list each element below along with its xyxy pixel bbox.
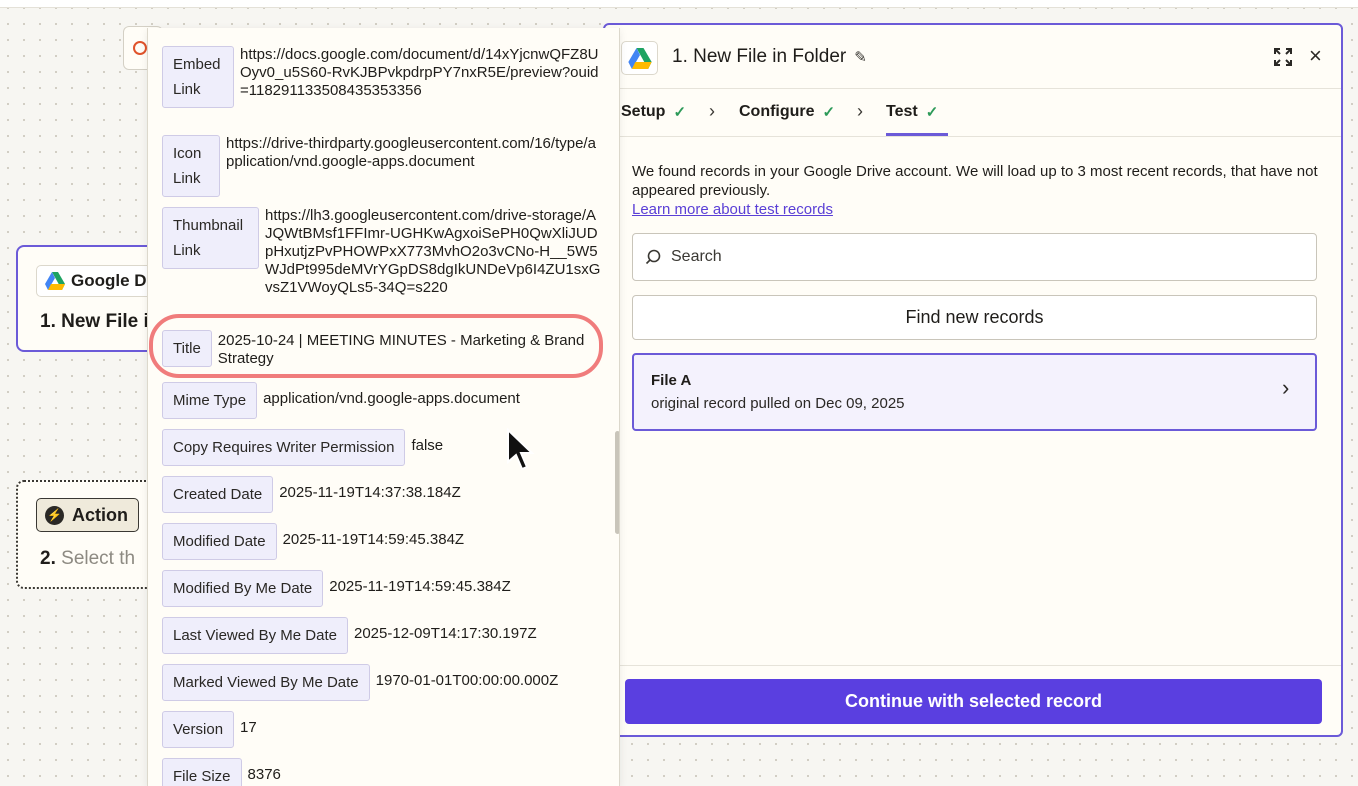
- step-panel: 1. New File in Folder ✎ × Setup ✓ › Conf…: [603, 23, 1343, 737]
- check-icon: ✓: [822, 104, 836, 121]
- tab-configure[interactable]: Configure ✓: [739, 103, 835, 121]
- field-key: Thumbnail Link: [162, 207, 259, 269]
- expand-icon[interactable]: [1273, 47, 1293, 67]
- field-value: 2025-11-19T14:59:45.384Z: [329, 578, 511, 595]
- tab-label: Setup: [621, 103, 666, 120]
- field-key: Last Viewed By Me Date: [162, 617, 348, 654]
- details-row-last-viewed: Last Viewed By Me Date 2025-12-09T14:17:…: [162, 617, 537, 654]
- panel-title: 1. New File in Folder ✎: [672, 46, 867, 68]
- details-row-thumbnail-link: Thumbnail Link https://lh3.googleusercon…: [162, 207, 603, 310]
- check-icon: ✓: [673, 104, 687, 121]
- details-row-mime-type: Mime Type application/vnd.google-apps.do…: [162, 382, 520, 419]
- intro-text: We found records in your Google Drive ac…: [632, 162, 1322, 219]
- action-step-number: 2.: [40, 548, 56, 569]
- chevron-right-icon: ›: [857, 101, 863, 121]
- google-drive-icon: [45, 272, 65, 290]
- field-key: File Size: [162, 758, 242, 786]
- record-subtitle: original record pulled on Dec 09, 2025: [651, 395, 905, 412]
- tab-setup[interactable]: Setup ✓: [621, 103, 686, 121]
- tab-label: Configure: [739, 103, 815, 120]
- step-tabs: Setup ✓ › Configure ✓ › Test ✓: [605, 89, 1341, 137]
- search-icon: [645, 249, 661, 265]
- field-value: application/vnd.google-apps.document: [263, 390, 520, 407]
- field-value: 17: [240, 719, 257, 736]
- panel-footer: Continue with selected record: [605, 665, 1341, 735]
- check-icon: ✓: [925, 104, 939, 121]
- record-card[interactable]: File A original record pulled on Dec 09,…: [632, 353, 1317, 431]
- field-value: 2025-12-09T14:17:30.197Z: [353, 625, 537, 642]
- field-value: https://drive-thirdparty.googleuserconte…: [226, 135, 596, 170]
- panel-header: 1. New File in Folder ✎ ×: [605, 25, 1341, 89]
- field-key: Marked Viewed By Me Date: [162, 664, 370, 701]
- field-value: 2025-11-19T14:59:45.384Z: [282, 531, 465, 548]
- details-row-modified-by-me: Modified By Me Date 2025-11-19T14:59:45.…: [162, 570, 511, 607]
- trigger-node-title: 1. New File i: [40, 311, 149, 332]
- node-status-icon: [133, 41, 147, 55]
- intro-message: We found records in your Google Drive ac…: [632, 163, 1318, 199]
- record-title: File A: [651, 372, 692, 389]
- learn-more-link[interactable]: Learn more about test records: [632, 200, 1322, 219]
- details-row-marked-viewed: Marked Viewed By Me Date 1970-01-01T00:0…: [162, 664, 558, 701]
- action-chip: ⚡ Action: [36, 498, 139, 532]
- field-key: Modified By Me Date: [162, 570, 324, 607]
- chevron-right-icon[interactable]: ›: [1282, 375, 1289, 401]
- active-tab-indicator: [886, 133, 948, 136]
- find-new-records-button[interactable]: Find new records: [632, 295, 1317, 340]
- details-row-modified-date: Modified Date 2025-11-19T14:59:45.384Z: [162, 523, 464, 560]
- mouse-cursor-icon: [507, 428, 535, 471]
- field-value: https://docs.google.com/document/d/14xYj…: [240, 46, 599, 99]
- record-details-panel[interactable]: Alternate Link Embed Link https://docs.g…: [147, 28, 620, 786]
- details-row-icon-link: Icon Link https://drive-thirdparty.googl…: [162, 135, 604, 197]
- bolt-icon: ⚡: [45, 505, 64, 525]
- field-key: Created Date: [162, 476, 274, 513]
- top-strip: [0, 0, 1358, 8]
- details-row-created-date: Created Date 2025-11-19T14:37:38.184Z: [162, 476, 461, 513]
- chevron-right-icon: ›: [709, 101, 715, 121]
- details-row-embed-link: Embed Link https://docs.google.com/docum…: [162, 46, 605, 108]
- field-key: Embed Link: [162, 46, 234, 108]
- pencil-icon[interactable]: ✎: [854, 48, 867, 66]
- title-highlight-annotation: [149, 314, 603, 378]
- field-value: 1970-01-01T00:00:00.000Z: [375, 672, 559, 689]
- panel-title-text: 1. New File in Folder: [672, 46, 847, 67]
- field-key: Mime Type: [162, 382, 258, 419]
- field-value: false: [411, 437, 444, 454]
- field-key: Version: [162, 711, 235, 748]
- details-row-version: Version 17: [162, 711, 257, 748]
- tab-test[interactable]: Test ✓: [886, 103, 938, 121]
- action-chip-label: Action: [72, 504, 128, 525]
- tab-label: Test: [886, 103, 918, 120]
- field-value: 8376: [247, 766, 281, 783]
- trigger-app-chip: Google D: [36, 265, 158, 297]
- search-box[interactable]: [632, 233, 1317, 281]
- field-key: Icon Link: [162, 135, 220, 197]
- field-key: Copy Requires Writer Permission: [162, 429, 406, 466]
- scrollbar-thumb[interactable]: [615, 431, 619, 534]
- continue-button[interactable]: Continue with selected record: [625, 679, 1322, 724]
- action-node-title: 2. Select th: [40, 548, 135, 570]
- search-input[interactable]: [671, 248, 1271, 266]
- google-drive-icon: [627, 47, 652, 69]
- trigger-app-label: Google D: [71, 271, 147, 290]
- action-step-text: Select th: [61, 548, 136, 569]
- field-key: Modified Date: [162, 523, 277, 560]
- app-badge: [621, 41, 658, 75]
- details-row-file-size: File Size 8376: [162, 758, 281, 786]
- field-value: 2025-11-19T14:37:38.184Z: [279, 484, 461, 501]
- details-row-copy-requires: Copy Requires Writer Permission false: [162, 429, 443, 466]
- close-icon[interactable]: ×: [1309, 43, 1322, 69]
- field-value: https://lh3.googleusercontent.com/drive-…: [265, 207, 601, 296]
